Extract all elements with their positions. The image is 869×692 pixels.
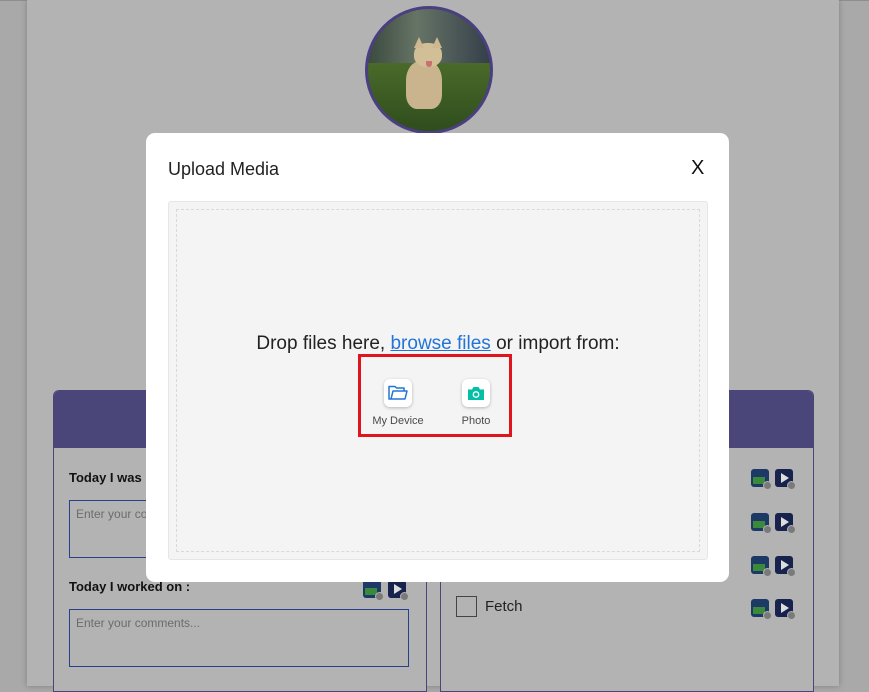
drop-instructions: Drop files here, browse files or import …	[177, 333, 699, 355]
camera-icon	[462, 379, 490, 407]
video-upload-icon[interactable]	[388, 580, 409, 601]
upload-media-modal: Upload Media X Drop files here, browse f…	[146, 133, 729, 582]
close-button[interactable]: X	[691, 157, 704, 180]
fetch-checkbox[interactable]	[456, 596, 477, 617]
video-upload-icon[interactable]	[775, 513, 796, 534]
folder-icon	[384, 379, 412, 407]
image-upload-icon[interactable]	[363, 580, 384, 601]
browse-files-link[interactable]: browse files	[390, 333, 490, 354]
image-upload-icon[interactable]	[751, 556, 772, 577]
today-i-was-label: Today I was :	[69, 470, 150, 485]
image-upload-icon[interactable]	[751, 599, 772, 620]
drop-suffix: or import from:	[496, 333, 620, 354]
fetch-label: Fetch	[485, 598, 523, 615]
image-upload-icon[interactable]	[751, 513, 772, 534]
today-i-worked-input[interactable]: Enter your comments...	[69, 609, 409, 667]
profile-avatar	[365, 6, 493, 134]
photo-label: Photo	[461, 415, 491, 427]
my-device-button[interactable]: My Device	[368, 373, 428, 433]
my-device-label: My Device	[372, 415, 424, 427]
modal-title: Upload Media	[168, 159, 280, 179]
video-upload-icon[interactable]	[775, 469, 796, 490]
photo-button[interactable]: Photo	[446, 373, 506, 433]
drop-prefix: Drop files here,	[256, 333, 386, 354]
video-upload-icon[interactable]	[775, 599, 796, 620]
video-upload-icon[interactable]	[775, 556, 796, 577]
image-upload-icon[interactable]	[751, 469, 772, 490]
